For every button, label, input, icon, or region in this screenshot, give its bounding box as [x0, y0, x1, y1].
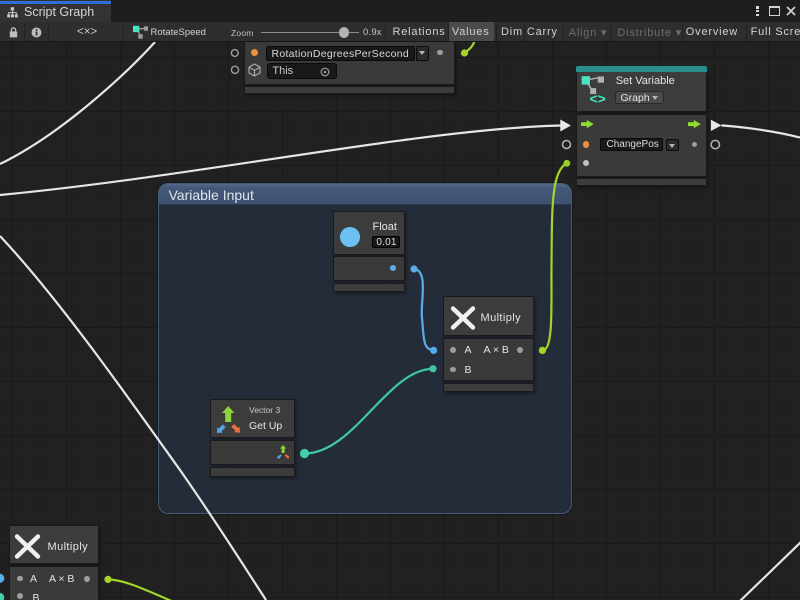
svg-text:<>: <>	[590, 91, 606, 105]
